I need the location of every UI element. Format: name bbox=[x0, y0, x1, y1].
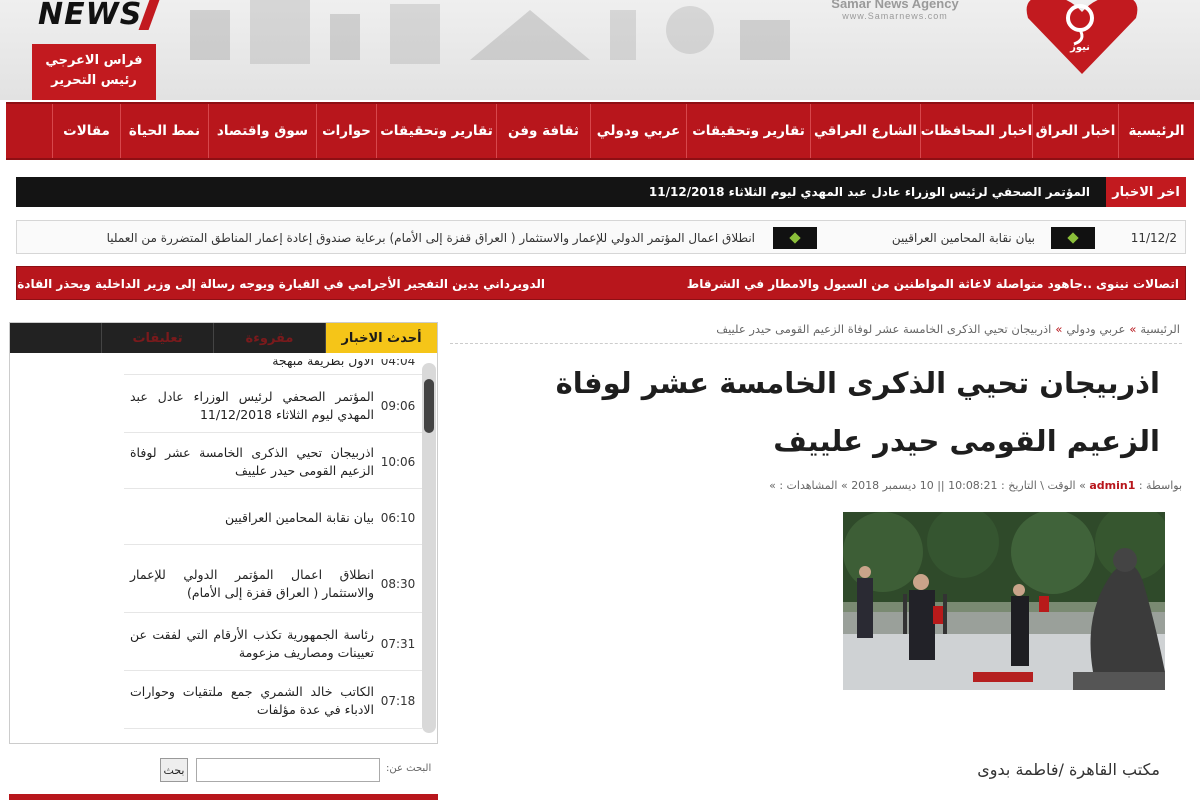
nav-item-reports[interactable]: تقارير وتحقيقات bbox=[686, 104, 810, 158]
nav-item-interviews[interactable]: حوارات bbox=[316, 104, 376, 158]
list-scrollbar-thumb[interactable] bbox=[424, 379, 434, 433]
breaking-news-label: اخر الاخبار bbox=[1106, 177, 1186, 207]
latest-news-list: 04:04 الاول بطريقة مبهجة 09:06 المؤتمر ا… bbox=[10, 359, 437, 745]
nav-item-provinces[interactable]: اخبار المحافظات bbox=[920, 104, 1032, 158]
list-item[interactable]: 07:31 رئاسة الجمهورية تكذب الأرقام التي … bbox=[124, 617, 422, 671]
list-item[interactable]: 08:30 انطلاق اعمال المؤتمر الدولي للإعما… bbox=[124, 555, 422, 613]
article-meta: بواسطة : admin1 » الوقت \ التاريخ : 10:0… bbox=[710, 479, 1182, 492]
tab-comments[interactable]: تعليقات bbox=[101, 323, 213, 353]
item-title: الكاتب خالد الشمري جمع ملتقيات وحوارات ا… bbox=[130, 683, 374, 717]
breaking-news-bar: اخر الاخبار المؤتمر الصحفي لرئيس الوزراء… bbox=[16, 177, 1186, 207]
meta-by-label: بواسطة : bbox=[1138, 479, 1182, 492]
nav-item-economy[interactable]: سوق واقتصاد bbox=[208, 104, 316, 158]
search-form: بحث البحث عن: bbox=[160, 758, 438, 784]
item-time: 07:18 bbox=[380, 693, 416, 708]
item-title: المؤتمر الصحفي لرئيس الوزراء عادل عبد ال… bbox=[130, 388, 374, 422]
nav-item-home[interactable]: الرئيسية bbox=[1118, 104, 1194, 158]
site-header: NEWS فراس الاعرجي رئيس التحرير Samar New… bbox=[0, 0, 1200, 100]
ticker-item[interactable]: بيان نقابة المحامين العراقيين bbox=[892, 221, 1035, 253]
editor-name: فراس الاعرجي bbox=[45, 53, 143, 68]
samar-heart-logo-icon[interactable]: نيوز bbox=[1022, 0, 1142, 76]
item-time: 06:10 bbox=[380, 510, 416, 525]
item-title: الاول بطريقة مبهجة bbox=[272, 359, 374, 368]
agency-title: Samar News Agency www.Samarnews.com bbox=[820, 0, 970, 21]
article-headline: اذربيجان تحيي الذكرى الخامسة عشر لوفاة ا… bbox=[555, 366, 1160, 458]
search-button[interactable]: بحث bbox=[160, 758, 188, 782]
item-title: اذربيجان تحيي الذكرى الخامسة عشر لوفاة ا… bbox=[130, 444, 374, 478]
item-time: 10:06 bbox=[380, 454, 416, 469]
ticker-separator-icon bbox=[1051, 227, 1095, 249]
agency-name: Samar News Agency bbox=[831, 0, 959, 11]
breadcrumb: الرئيسية»عربي ودولي»اذربيجان تحيي الذكرى… bbox=[450, 322, 1182, 344]
ticker-separator-icon bbox=[773, 227, 817, 249]
breadcrumb-separator: » bbox=[1129, 322, 1137, 336]
item-title: بيان نقابة المحامين العراقيين bbox=[224, 509, 374, 525]
list-item[interactable]: 10:06 اذربيجان تحيي الذكرى الخامسة عشر ل… bbox=[124, 435, 422, 489]
breadcrumb-category[interactable]: عربي ودولي bbox=[1066, 322, 1125, 336]
item-title: رئاسة الجمهورية تكذب الأرقام التي لفقت ع… bbox=[130, 626, 374, 660]
nav-item-lifestyle[interactable]: نمط الحياة bbox=[120, 104, 208, 158]
ticker-item[interactable]: انطلاق اعمال المؤتمر الدولي للإعمار والا… bbox=[107, 221, 755, 253]
main-navigation: الرئيسية اخبار العراق اخبار المحافظات ال… bbox=[6, 102, 1194, 160]
search-input[interactable] bbox=[196, 758, 380, 782]
news-ticker-red: اتصالات نينوى ..جاهود متواصلة لاغاثة الم… bbox=[16, 266, 1186, 300]
editor-role: رئيس التحرير bbox=[51, 73, 137, 88]
breadcrumb-separator: » bbox=[1055, 322, 1063, 336]
item-time: 04:04 bbox=[380, 359, 416, 368]
article-byline: مكتب القاهرة /فاطمة بدوى bbox=[977, 760, 1160, 779]
heart-logo-text: نيوز bbox=[1069, 42, 1090, 53]
nav-item-arab-world[interactable]: عربي ودولي bbox=[590, 104, 686, 158]
news-logo[interactable]: NEWS bbox=[38, 0, 160, 32]
page: NEWS فراس الاعرجي رئيس التحرير Samar New… bbox=[0, 0, 1200, 800]
tab-most-read[interactable]: مقروءة bbox=[213, 323, 325, 353]
breadcrumb-current: اذربيجان تحيي الذكرى الخامسة عشر لوفاة ا… bbox=[716, 322, 1052, 336]
search-label: البحث عن: bbox=[386, 763, 432, 774]
agency-site: www.Samarnews.com bbox=[842, 11, 948, 21]
ticker-item[interactable]: الدويرداني يدين التفجير الأجرامي في القي… bbox=[17, 267, 545, 299]
news-ticker-light: 11/12/2 بيان نقابة المحامين العراقيين ان… bbox=[16, 220, 1186, 254]
item-time: 07:31 bbox=[380, 636, 416, 651]
widget-tabs: أحدث الاخبار مقروءة تعليقات bbox=[10, 323, 437, 353]
list-item[interactable]: 09:06 المؤتمر الصحفي لرئيس الوزراء عادل … bbox=[124, 379, 422, 433]
list-item[interactable]: 06:10 بيان نقابة المحامين العراقيين bbox=[124, 491, 422, 545]
tab-latest-news[interactable]: أحدث الاخبار bbox=[325, 323, 437, 353]
item-time: 09:06 bbox=[380, 398, 416, 413]
latest-news-widget: أحدث الاخبار مقروءة تعليقات 04:04 الاول … bbox=[9, 322, 438, 744]
nav-item-investigations[interactable]: تقارير وتحقيقات bbox=[376, 104, 496, 158]
item-time: 08:30 bbox=[380, 576, 416, 591]
widget-bottom-bar bbox=[9, 794, 438, 800]
news-logo-text: NEWS bbox=[38, 0, 143, 32]
editor-in-chief-box: فراس الاعرجي رئيس التحرير bbox=[32, 44, 156, 100]
meta-author[interactable]: admin1 bbox=[1089, 479, 1135, 492]
nav-item-iraqi-street[interactable]: الشارع العراقي bbox=[810, 104, 920, 158]
ticker-item[interactable]: اتصالات نينوى ..جاهود متواصلة لاغاثة الم… bbox=[687, 267, 1179, 299]
list-item[interactable]: 07:18 الكاتب خالد الشمري جمع ملتقيات وحو… bbox=[124, 673, 422, 729]
header-decoration-graphic bbox=[190, 0, 790, 64]
meta-details: » الوقت \ التاريخ : 10:08:21 || 10 ديسمب… bbox=[769, 479, 1086, 492]
list-item[interactable]: 04:04 الاول بطريقة مبهجة bbox=[124, 359, 422, 375]
ticker-date: 11/12/2 bbox=[1130, 231, 1177, 245]
article-photo[interactable] bbox=[843, 512, 1165, 690]
breadcrumb-home[interactable]: الرئيسية bbox=[1140, 322, 1180, 336]
nav-item-iraq-news[interactable]: اخبار العراق bbox=[1032, 104, 1118, 158]
nav-item-culture-art[interactable]: ثقافة وفن bbox=[496, 104, 590, 158]
item-title: انطلاق اعمال المؤتمر الدولي للإعمار والا… bbox=[130, 566, 374, 600]
breaking-news-text[interactable]: المؤتمر الصحفي لرئيس الوزراء عادل عبد ال… bbox=[649, 177, 1090, 207]
nav-item-articles[interactable]: مقالات bbox=[52, 104, 120, 158]
